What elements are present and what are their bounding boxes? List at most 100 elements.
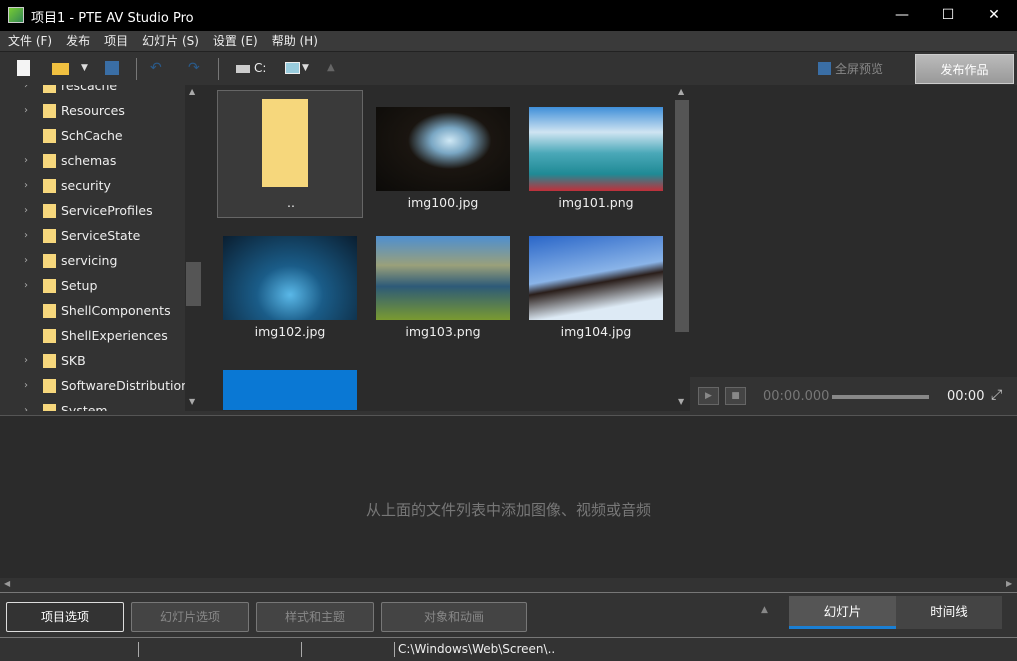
open-folder-icon[interactable] (52, 63, 69, 75)
expand-chevron-icon[interactable]: › (24, 223, 28, 248)
save-icon[interactable] (105, 61, 119, 75)
folder-icon (43, 229, 56, 243)
expand-chevron-icon[interactable]: › (24, 398, 28, 411)
tree-scroll-thumb[interactable] (186, 262, 201, 306)
expand-chevron-icon[interactable]: › (24, 248, 28, 273)
expand-chevron-icon[interactable]: › (24, 85, 28, 98)
folder-icon (43, 354, 56, 368)
status-divider (394, 642, 395, 657)
tree-item[interactable]: › SoftwareDistribution (0, 373, 189, 398)
expand-chevron-icon[interactable]: › (24, 173, 28, 198)
tree-item-label: schemas (61, 153, 117, 168)
fullscreen-preview-label: 全屏预览 (835, 62, 884, 76)
file-item[interactable]: img104.jpg (523, 224, 669, 352)
slide-options-button[interactable]: 幻灯片选项 (131, 602, 249, 632)
expand-chevron-icon[interactable]: › (24, 98, 28, 123)
menu-help[interactable]: 帮助 (H) (272, 31, 318, 51)
slide-list-scrollbar[interactable]: ◀ ▶ (0, 578, 1017, 592)
file-thumbnail (529, 107, 663, 191)
tree-item-label: rescache (61, 85, 118, 93)
tree-item[interactable]: ShellExperiences (0, 323, 185, 348)
tree-item[interactable]: › System (0, 398, 185, 411)
expand-chevron-icon[interactable]: › (24, 148, 28, 173)
open-dropdown-icon[interactable]: ▼ (81, 63, 88, 73)
scroll-down-icon[interactable]: ▼ (189, 397, 195, 406)
menu-publish[interactable]: 发布 (66, 31, 90, 51)
scroll-left-icon[interactable]: ◀ (4, 579, 10, 588)
playback-slider[interactable] (832, 395, 929, 399)
tree-item[interactable]: › security (0, 173, 185, 198)
redo-icon[interactable]: ↷ (188, 60, 200, 76)
stop-button[interactable]: ■ (725, 387, 746, 405)
file-item[interactable]: img102.jpg (217, 224, 363, 352)
fullscreen-preview-button[interactable]: 全屏预览 (818, 60, 883, 77)
expand-chevron-icon[interactable]: › (24, 273, 28, 298)
file-grid: .. img100.jpg img101.png img102.jpg img103.p… (202, 85, 674, 411)
project-options-button[interactable]: 项目选项 (6, 602, 124, 632)
app-icon (8, 7, 24, 23)
tree-item[interactable]: ShellComponents (0, 298, 185, 323)
tree-item[interactable]: › rescache (0, 85, 185, 98)
grid-scroll-thumb[interactable] (675, 100, 689, 332)
drive-icon[interactable] (236, 65, 250, 73)
file-name: img103.png (405, 324, 481, 339)
objects-animation-button[interactable]: 对象和动画 (381, 602, 527, 632)
tab-slides[interactable]: 幻灯片 (789, 596, 896, 629)
time-current: 00:00.000 (763, 389, 830, 404)
publish-button[interactable]: 发布作品 (915, 54, 1014, 84)
status-path: C:\Windows\Web\Screen\.. (398, 642, 556, 656)
tree-item-label: SchCache (61, 128, 123, 143)
parent-folder-item[interactable]: .. (217, 90, 363, 218)
tree-item[interactable]: › servicing (0, 248, 185, 273)
expand-chevron-icon[interactable]: › (24, 348, 28, 373)
tree-item-label: SKB (61, 353, 86, 368)
tree-item[interactable]: SchCache (0, 123, 185, 148)
expand-chevron-icon[interactable]: › (24, 373, 28, 398)
undo-icon[interactable]: ↶ (150, 60, 162, 76)
folder-icon (43, 129, 56, 143)
tree-scrollbar[interactable]: ▲ ▼ (185, 85, 202, 411)
tree-item[interactable]: › SKB (0, 348, 185, 373)
play-button[interactable]: ▶ (698, 387, 719, 405)
menu-settings[interactable]: 设置 (E) (213, 31, 258, 51)
tree-item-label: ShellComponents (61, 303, 171, 318)
maximize-button[interactable]: ☐ (925, 0, 971, 31)
scroll-right-icon[interactable]: ▶ (1006, 579, 1012, 588)
tree-item[interactable]: › Setup (0, 273, 185, 298)
new-file-icon[interactable] (17, 60, 30, 76)
styles-themes-button[interactable]: 样式和主题 (256, 602, 374, 632)
title-bar: 项目1 - PTE AV Studio Pro — ☐ ✕ (0, 0, 1017, 31)
expand-chevron-icon[interactable]: › (24, 198, 28, 223)
status-bar: C:\Windows\Web\Screen\.. (0, 637, 1017, 661)
scroll-down-icon[interactable]: ▼ (678, 397, 684, 406)
up-folder-icon[interactable]: ▲ (327, 62, 335, 73)
collapse-icon[interactable]: ▲ (761, 605, 768, 615)
menu-file[interactable]: 文件 (F) (8, 31, 52, 51)
folder-icon (43, 404, 56, 411)
file-item[interactable]: img103.png (370, 224, 516, 352)
tree-item[interactable]: › ServiceProfiles (0, 198, 185, 223)
tree-item[interactable]: › ServiceState (0, 223, 185, 248)
minimize-button[interactable]: — (879, 0, 925, 31)
scroll-up-icon[interactable]: ▲ (189, 87, 195, 96)
drive-label[interactable]: C: (254, 61, 266, 75)
view-mode-icon[interactable] (285, 62, 300, 74)
close-button[interactable]: ✕ (971, 0, 1017, 31)
slide-list[interactable]: 从上面的文件列表中添加图像、视频或音频 (0, 415, 1017, 578)
menu-slides[interactable]: 幻灯片 (S) (142, 31, 199, 51)
tree-item-label: Setup (61, 278, 98, 293)
file-item[interactable]: img101.png (523, 90, 669, 218)
menu-project[interactable]: 项目 (104, 31, 128, 51)
tab-timeline[interactable]: 时间线 (896, 596, 1002, 629)
file-item[interactable]: img100.jpg (370, 90, 516, 218)
file-grid-scrollbar[interactable]: ▲ ▼ (674, 85, 690, 411)
file-item[interactable] (217, 358, 363, 411)
tree-item-label: ServiceState (61, 228, 141, 243)
tree-item[interactable]: › schemas (0, 148, 185, 173)
tree-item[interactable]: › Resources (0, 98, 185, 123)
tree-item-label: servicing (61, 253, 118, 268)
file-thumbnail (376, 107, 510, 191)
scroll-up-icon[interactable]: ▲ (678, 87, 684, 96)
view-dropdown-icon[interactable]: ▼ (302, 63, 309, 73)
fullscreen-icon[interactable]: ⤢ (991, 387, 1002, 403)
